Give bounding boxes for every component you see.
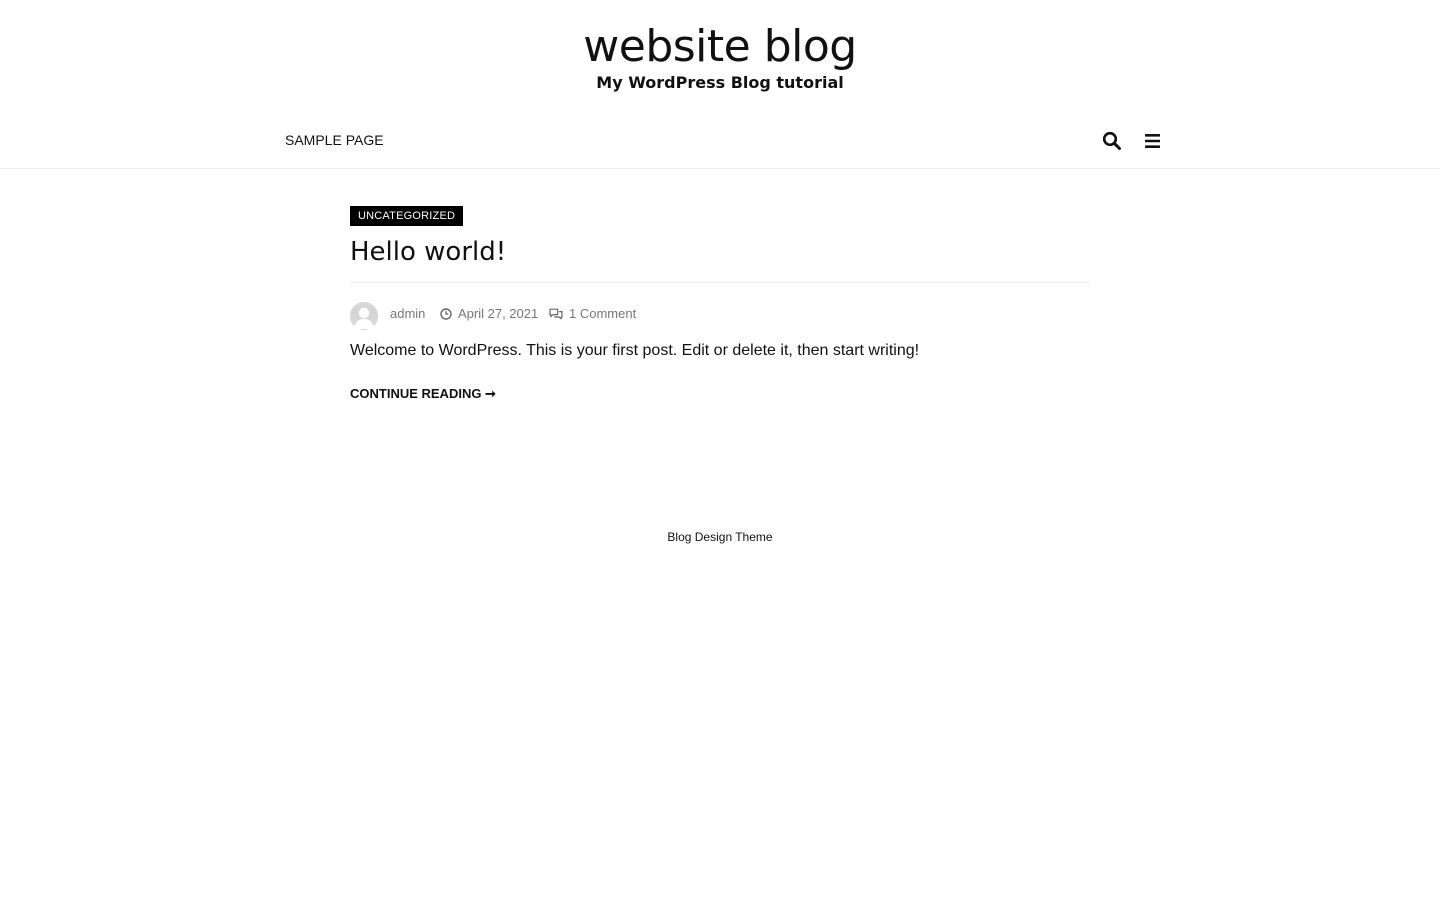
- post-title[interactable]: Hello world!: [350, 234, 506, 270]
- post-date[interactable]: April 27, 2021: [458, 306, 538, 322]
- search-icon: [1102, 131, 1121, 150]
- post-comments-link[interactable]: 1 Comment: [569, 306, 636, 322]
- continue-reading-link[interactable]: CONTINUE READING ➞: [350, 385, 496, 403]
- post-excerpt: Welcome to WordPress. This is your first…: [350, 342, 920, 359]
- footer-credit-link[interactable]: Blog Design Theme: [667, 530, 772, 544]
- comments-icon: [549, 308, 563, 320]
- author-avatar[interactable]: [350, 302, 378, 330]
- menu-button[interactable]: [1144, 131, 1162, 151]
- title-divider: [350, 282, 1090, 283]
- category-badge[interactable]: UNCATEGORIZED: [350, 206, 464, 226]
- nav-item-sample-page[interactable]: SAMPLE PAGE: [285, 131, 384, 149]
- site-tagline: My WordPress Blog tutorial: [596, 73, 844, 92]
- avatar-placeholder-icon: [350, 302, 378, 330]
- search-button[interactable]: [1102, 131, 1122, 151]
- menu-icon: [1145, 134, 1160, 148]
- post-author[interactable]: admin: [390, 306, 425, 322]
- site-header: website blog My WordPress Blog tutorial …: [0, 0, 1440, 169]
- clock-icon: [440, 308, 452, 320]
- site-footer: Blog Design Theme: [0, 529, 1440, 545]
- site-title[interactable]: website blog: [0, 20, 1440, 74]
